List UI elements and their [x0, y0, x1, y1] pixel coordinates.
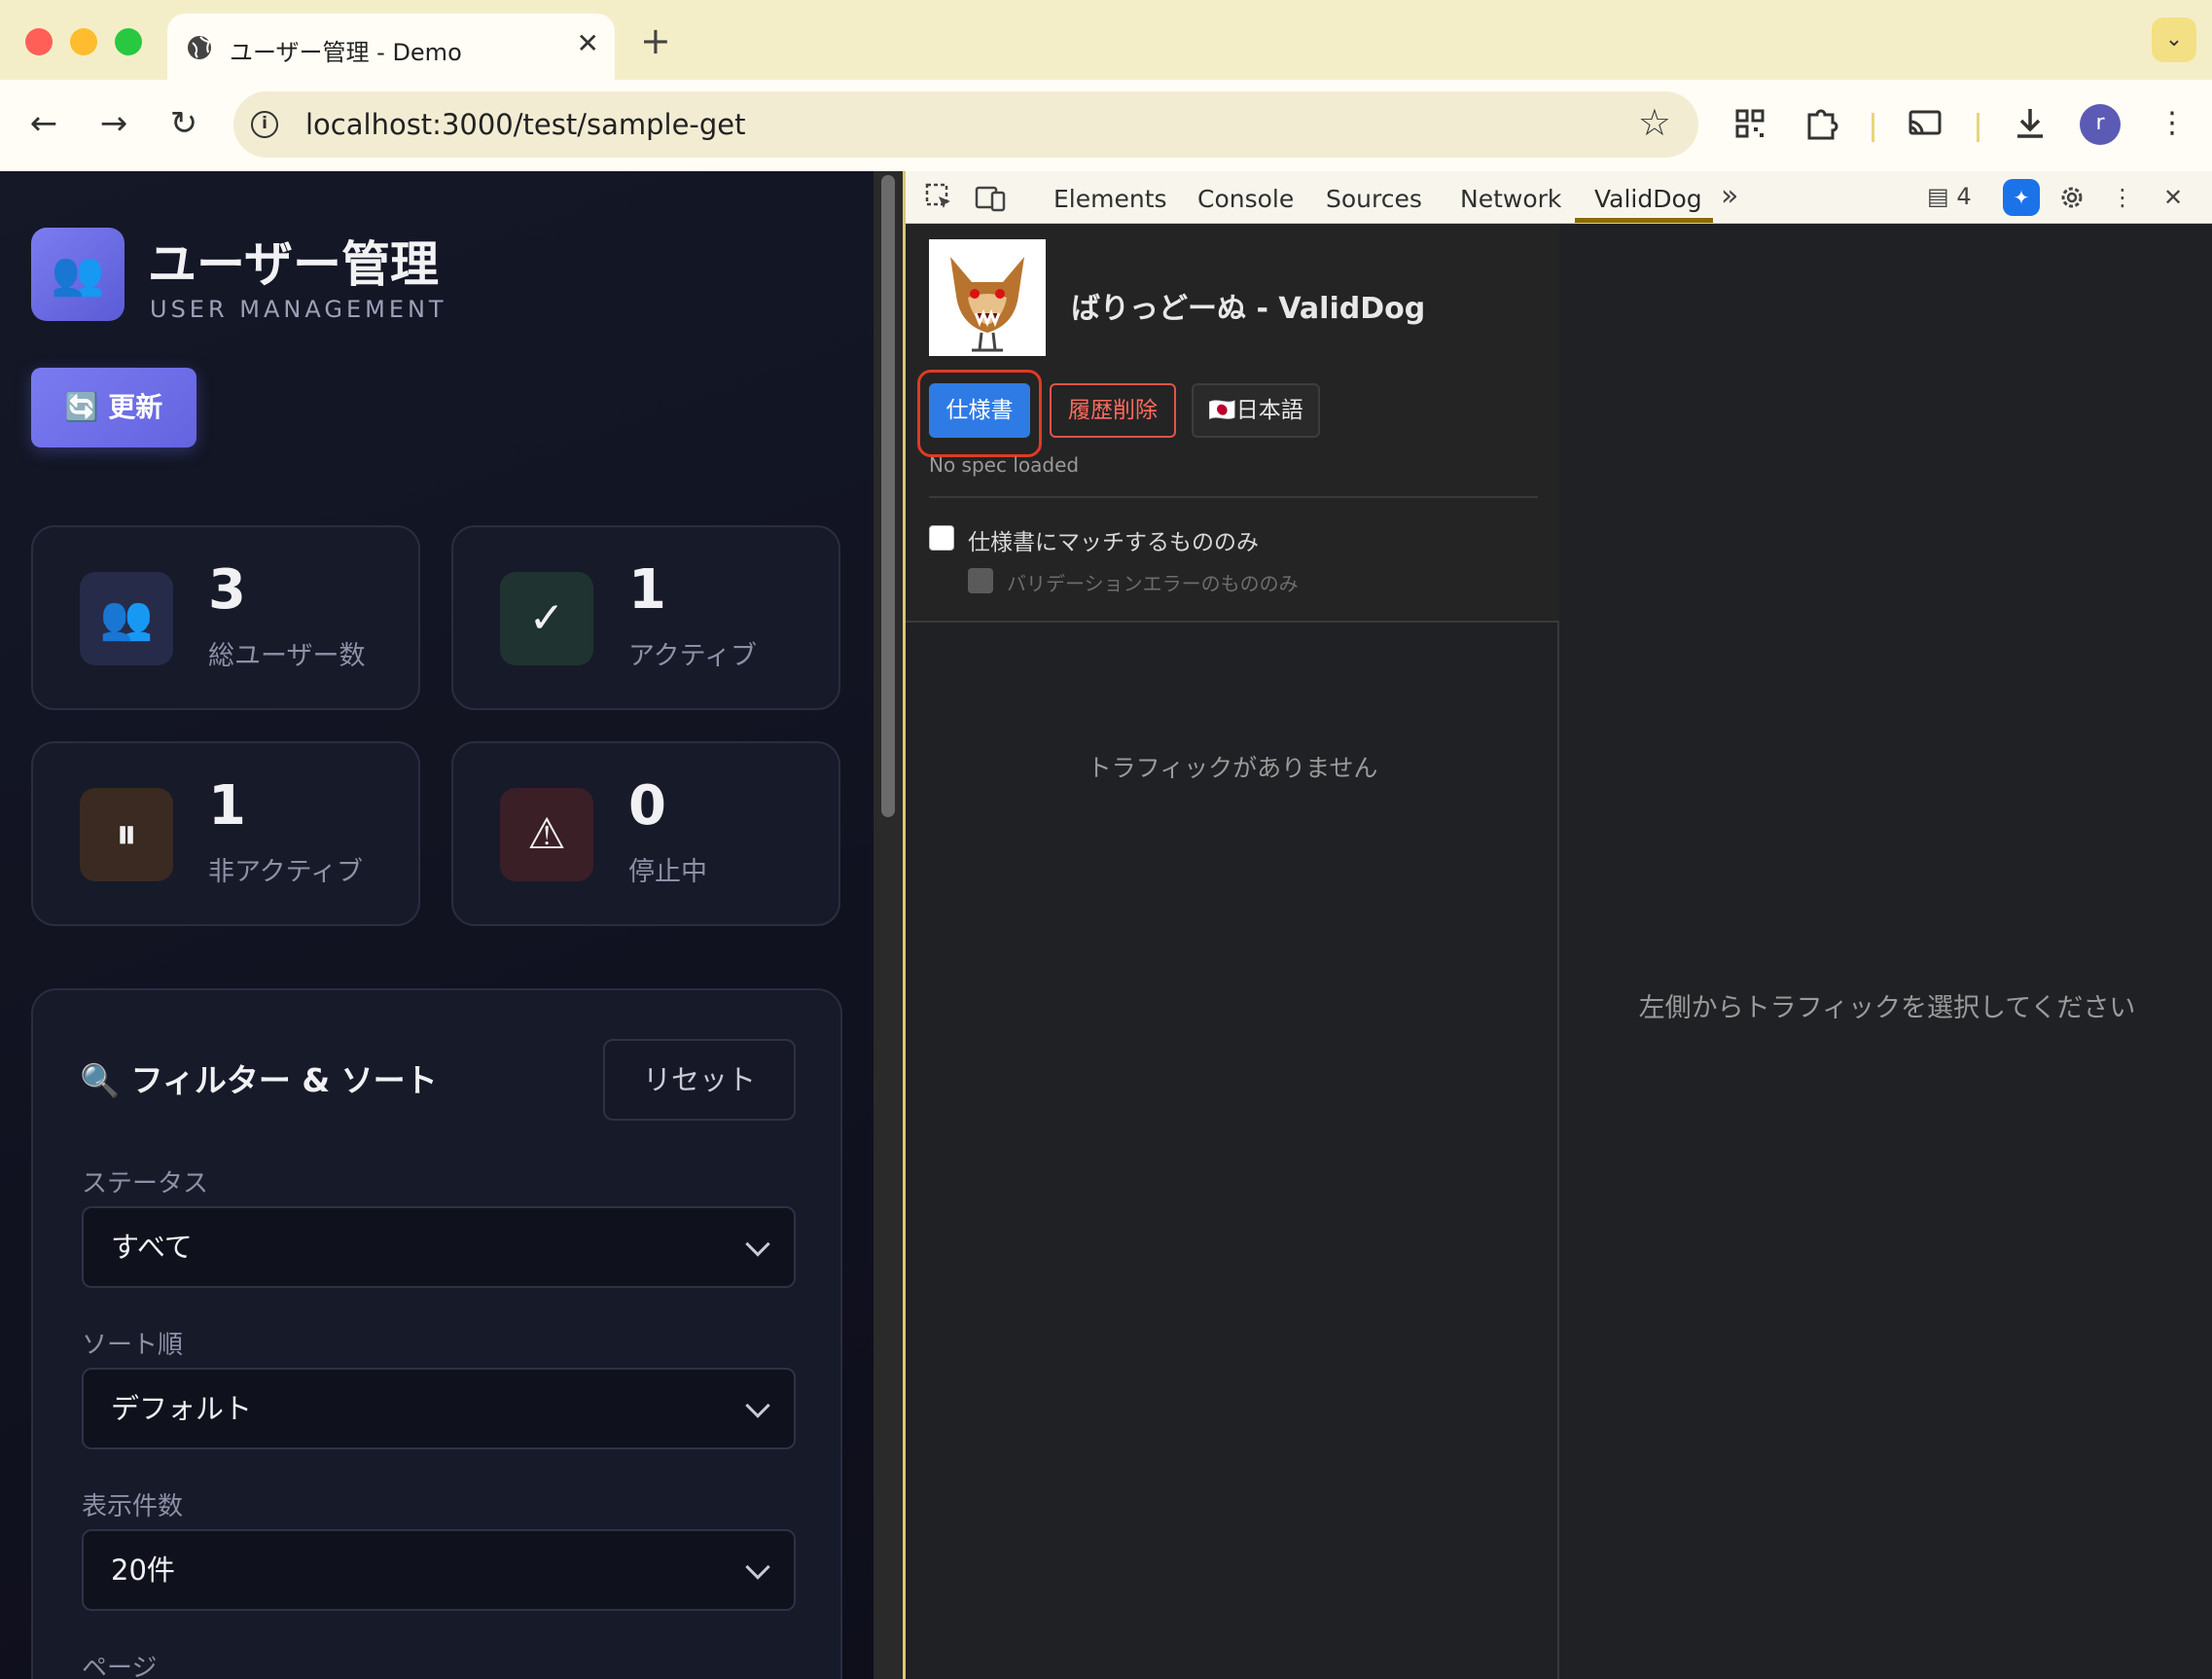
status-select-value: すべて [111, 1231, 193, 1264]
wolf-logo-icon [929, 239, 1046, 356]
page-label: ページ [82, 1654, 158, 1679]
checkmark-icon: ✓ [500, 572, 593, 665]
tab-validdog[interactable]: ValidDog [1594, 185, 1702, 213]
validdog-traffic-pane: ばりっどーぬ - ValidDog 仕様書 履歴削除 🇯🇵日本語 No spec… [906, 224, 1559, 1679]
cast-icon[interactable] [1903, 101, 1947, 146]
match-spec-only-checkbox[interactable] [929, 525, 954, 551]
inspect-element-icon[interactable] [923, 181, 956, 214]
stat-value: 1 [628, 558, 666, 622]
per-page-label: 表示件数 [82, 1492, 184, 1521]
tab-network[interactable]: Network [1460, 185, 1561, 213]
spec-button[interactable]: 仕様書 [929, 383, 1030, 438]
back-arrow-icon[interactable]: ← [21, 101, 66, 146]
stat-card-total-users: 👥 3 総ユーザー数 [31, 525, 420, 710]
clear-history-button[interactable]: 履歴削除 [1050, 383, 1176, 438]
profile-avatar[interactable]: r [2080, 104, 2121, 145]
divider [929, 496, 1538, 498]
reload-icon[interactable]: ↻ [161, 101, 206, 146]
chevron-down-icon [745, 1393, 770, 1418]
bookmark-star-icon[interactable]: ☆ [1638, 101, 1671, 144]
stat-value: 1 [208, 774, 246, 838]
devtools-panel: Elements Console Sources Network ValidDo… [903, 171, 2212, 1679]
tab-sources[interactable]: Sources [1326, 185, 1422, 213]
stat-card-suspended: ⚠ 0 停止中 [451, 741, 840, 926]
web-page: 👥 ユーザー管理 USER MANAGEMENT 🔄 更新 👥 3 総ユーザー数… [0, 171, 874, 1679]
refresh-button[interactable]: 🔄 更新 [31, 368, 196, 447]
page-title: ユーザー管理 [148, 236, 439, 293]
tab-title: ユーザー管理 - Demo [230, 39, 462, 66]
pause-icon: ⏸ [80, 788, 173, 881]
stat-value: 0 [628, 774, 666, 838]
stat-label: アクティブ [628, 641, 758, 671]
warning-icon: ⚠ [500, 788, 593, 881]
per-page-select-value: 20件 [111, 1554, 175, 1587]
more-tabs-icon[interactable]: » [1721, 179, 1738, 213]
select-traffic-hint: 左側からトラフィックを選択してください [1638, 993, 2136, 1023]
download-icon[interactable] [2008, 101, 2052, 146]
window-minimize-button[interactable] [70, 28, 97, 55]
stat-value: 3 [208, 558, 246, 622]
stat-card-inactive: ⏸ 1 非アクティブ [31, 741, 420, 926]
device-toolbar-icon[interactable] [974, 181, 1007, 214]
globe-icon [188, 36, 211, 59]
page-subtitle: USER MANAGEMENT [150, 296, 447, 323]
browser-tab[interactable]: ユーザー管理 - Demo ✕ [167, 14, 615, 82]
tab-console[interactable]: Console [1197, 185, 1294, 213]
url-text[interactable]: localhost:3000/test/sample-get [305, 108, 746, 141]
app-logo: 👥 [31, 228, 125, 321]
issues-count: 4 [1956, 183, 1972, 210]
validdog-header: ばりっどーぬ - ValidDog 仕様書 履歴削除 🇯🇵日本語 No spec… [906, 224, 1559, 623]
ai-assistance-icon[interactable]: ✦ [2003, 179, 2040, 216]
tab-elements[interactable]: Elements [1053, 185, 1167, 213]
stat-label: 総ユーザー数 [208, 641, 366, 671]
site-info-icon[interactable]: i [251, 111, 278, 138]
filter-panel-title: 🔍 フィルター & ソート [80, 1061, 438, 1099]
window-close-button[interactable] [25, 28, 53, 55]
tab-search-button[interactable]: ⌄ [2152, 18, 2196, 62]
stat-card-active: ✓ 1 アクティブ [451, 525, 840, 710]
filter-sort-panel: 🔍 フィルター & ソート リセット ステータス すべて ソート順 デフォルト … [31, 988, 842, 1679]
validdog-title: ばりっどーぬ - ValidDog [1071, 292, 1426, 326]
spec-status-text: No spec loaded [929, 453, 1080, 477]
toolbar-divider [1872, 113, 1874, 142]
sort-order-select[interactable]: デフォルト [82, 1368, 796, 1449]
status-filter-label: ステータス [82, 1169, 209, 1198]
devtools-menu-icon[interactable]: ⋮ [2106, 181, 2139, 214]
browser-toolbar: ← → ↻ i localhost:3000/test/sample-get ☆… [0, 80, 2212, 171]
validdog-detail-pane: 左側からトラフィックを選択してください [1559, 224, 2212, 1679]
devtools-toolbar: Elements Console Sources Network ValidDo… [906, 171, 2212, 224]
match-spec-only-label[interactable]: 仕様書にマッチするもののみ [968, 523, 1259, 556]
browser-tab-bar: ユーザー管理 - Demo ✕ + ⌄ [0, 0, 2212, 82]
stat-label: 非アクティブ [208, 857, 364, 887]
browser-menu-icon[interactable]: ⋮ [2150, 101, 2194, 146]
validation-error-only-checkbox [968, 568, 993, 593]
active-tab-indicator [1575, 218, 1713, 223]
empty-traffic-message: トラフィックがありません [1087, 754, 1378, 782]
reset-button[interactable]: リセット [603, 1039, 796, 1121]
new-tab-button[interactable]: + [640, 19, 671, 62]
per-page-select[interactable]: 20件 [82, 1529, 796, 1611]
close-devtools-icon[interactable]: ✕ [2157, 181, 2190, 214]
settings-gear-icon[interactable] [2055, 181, 2088, 214]
scrollbar-thumb[interactable] [881, 175, 895, 817]
stat-label: 停止中 [628, 857, 707, 887]
forward-arrow-icon[interactable]: → [91, 101, 136, 146]
message-icon: ▤ [1927, 183, 1949, 210]
address-bar[interactable]: i localhost:3000/test/sample-get ☆ [233, 91, 1698, 158]
window-maximize-button[interactable] [115, 28, 142, 55]
tab-close-icon[interactable]: ✕ [577, 27, 599, 59]
validation-error-only-label: バリデーションエラーのもののみ [1007, 572, 1299, 595]
qr-code-icon[interactable] [1728, 101, 1772, 146]
chevron-down-icon [745, 1232, 770, 1257]
users-icon: 👥 [80, 572, 173, 665]
page-scrollbar[interactable] [874, 171, 903, 1679]
chevron-down-icon [745, 1554, 770, 1580]
sort-select-value: デフォルト [111, 1392, 253, 1425]
issues-counter[interactable]: ▤ 4 [1927, 183, 1972, 210]
status-select[interactable]: すべて [82, 1206, 796, 1288]
extensions-puzzle-icon[interactable] [1800, 101, 1844, 146]
language-button[interactable]: 🇯🇵日本語 [1192, 383, 1320, 438]
sort-order-label: ソート順 [82, 1331, 184, 1360]
toolbar-divider [1977, 113, 1980, 142]
